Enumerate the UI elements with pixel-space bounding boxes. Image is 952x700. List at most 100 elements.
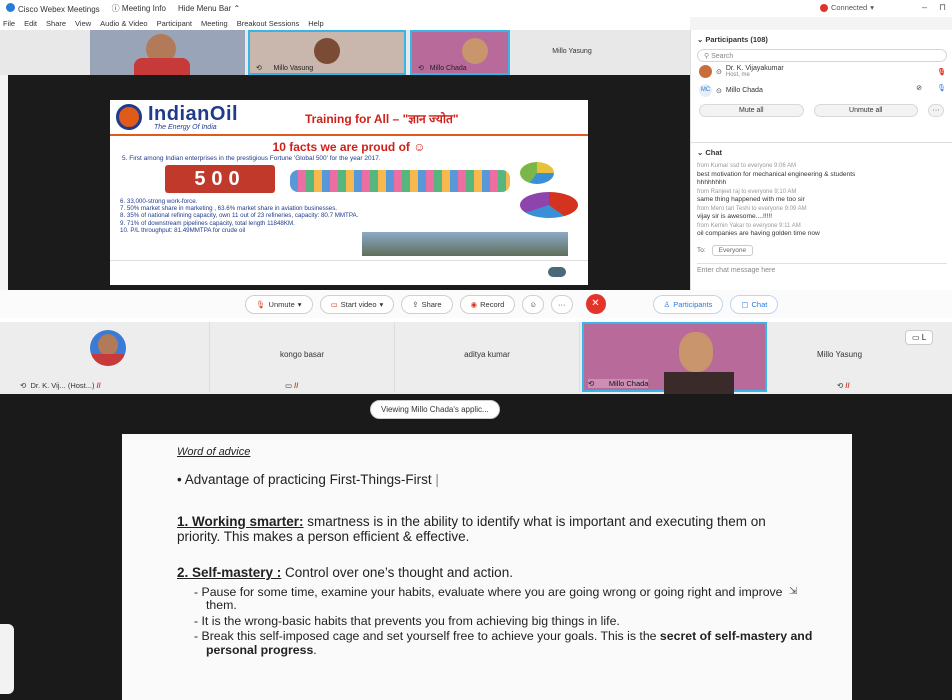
- chat-messages: from Kumar ssd to everyone 9:06 AM best …: [691, 162, 952, 239]
- tile-name: ⟲ Millo Chada: [418, 65, 467, 72]
- camera-icon: ▭: [330, 299, 338, 309]
- chat-recipient: To: Everyone: [697, 245, 754, 256]
- slide-fact: 7. 50% market share in marketing , 63.6%…: [120, 205, 338, 213]
- doc-bullet: - Pause for some time, examine your habi…: [194, 585, 783, 613]
- doc-advantage-line: • Advantage of practicing First-Things-F…: [177, 472, 439, 487]
- people-icon: ♙: [663, 299, 671, 309]
- smiley-icon: ☺: [529, 299, 537, 309]
- meeting-control-bar: 🎙 Unmute ▾ ▭ Start video ▾ ⇪ Share ◉ Record …: [0, 290, 952, 318]
- shared-slide: IndianOil The Energy Of India Training f…: [110, 100, 588, 285]
- unmute-button[interactable]: 🎙 Unmute ▾: [245, 294, 313, 314]
- title-bar: Cisco Webex Meetings ⓘ Meeting Info Hide…: [0, 0, 952, 17]
- fortune-500-badge: 500: [165, 165, 275, 193]
- chat-bubble-icon: ▢: [741, 299, 749, 309]
- connection-status[interactable]: Connected ▾: [819, 3, 874, 12]
- refinery-photo: [362, 232, 568, 256]
- video-tile-2[interactable]: ⟲ Millo Vasung: [248, 30, 406, 75]
- recipient-select[interactable]: Everyone: [711, 245, 754, 256]
- video-tile-1[interactable]: [90, 30, 245, 75]
- slide-brand-tagline: The Energy Of India: [154, 124, 217, 131]
- participant-role: Host, me: [725, 72, 750, 78]
- video-tile-millo-chada[interactable]: ⟲ Millo Chada: [582, 322, 767, 394]
- unmute-all-button[interactable]: Unmute all: [813, 104, 918, 117]
- chat-message-meta: from Ranjeet raj to everyone 9:10 AM: [697, 188, 797, 195]
- tile-label: ⟲ Dr. K. Vij... (Host...) //: [20, 381, 101, 390]
- host-avatar: [90, 330, 126, 366]
- chat-message-input[interactable]: Enter chat message here: [697, 263, 947, 276]
- hide-menu-button[interactable]: Hide Menu Bar ⌃: [178, 4, 240, 13]
- video-tile-kongo-basar[interactable]: kongo basar ▭ //: [210, 322, 395, 392]
- video-tile-4[interactable]: Millo Yasung: [512, 30, 632, 75]
- video-tile-aditya-kumar[interactable]: aditya kumar: [395, 322, 580, 392]
- meeting-info-button[interactable]: ⓘ Meeting Info: [112, 3, 166, 14]
- participant-shirt: [134, 58, 190, 75]
- pie-graphic-2: [520, 192, 578, 218]
- tile-label: ⟲ Millo Chada: [588, 379, 649, 388]
- more-participant-options-button[interactable]: ···: [928, 104, 944, 117]
- tile-name: kongo basar: [279, 350, 325, 359]
- chat-message-meta: from Kumar ssd to everyone 9:06 AM: [697, 163, 797, 169]
- minimize-button[interactable]: –: [922, 2, 927, 13]
- record-button[interactable]: ◉ Record: [459, 294, 516, 314]
- video-tile-3[interactable]: ⟲ Millo Chada: [410, 30, 510, 75]
- menu-meeting[interactable]: Meeting: [201, 19, 228, 28]
- presenter-icon: ⊘: [916, 85, 922, 92]
- reactions-button[interactable]: ☺: [522, 294, 544, 314]
- side-panel-handle[interactable]: [0, 624, 14, 694]
- point-2-body: Control over one’s thought and action.: [281, 565, 513, 580]
- participant-shirt: [664, 372, 734, 394]
- muted-mic-icon: //: [845, 381, 850, 390]
- chat-message: best motivation for mechanical engineeri…: [697, 170, 856, 178]
- participant-row-host[interactable]: ⊙ Dr. K. Vijayakumar Host, me 🎙: [691, 62, 952, 81]
- shared-document: Word of advice • Advantage of practicing…: [122, 434, 852, 700]
- participant-search-input[interactable]: ⚲ Search: [697, 49, 947, 62]
- share-button[interactable]: ⇪ Share: [401, 294, 453, 314]
- slide-brand: IndianOil: [148, 103, 239, 125]
- menu-edit[interactable]: Edit: [24, 19, 37, 28]
- app-title: Cisco Webex Meetings: [6, 3, 100, 14]
- to-label: To:: [697, 247, 706, 254]
- close-button[interactable]: ⊓: [939, 2, 946, 13]
- slide-fact: 6. 33,000-strong work-force.: [120, 198, 198, 205]
- end-meeting-button[interactable]: ✕: [585, 294, 606, 314]
- search-icon: ⚲: [704, 53, 710, 60]
- right-panel: ⌄ Participants (108) ⚲ Search ⊙ Dr. K. V…: [690, 30, 952, 290]
- start-video-button[interactable]: ▭ Start video ▾: [319, 294, 395, 314]
- slide-facts-heading: 10 facts we are proud of ☺: [272, 140, 426, 154]
- video-thumbnail-strip: ⟲ Millo Vasung ⟲ Millo Chada Millo Yasun…: [0, 30, 690, 75]
- chat-message-meta: from Mero tari Teshi to everyone 9:09 AM: [697, 205, 807, 212]
- slide-title: Training for All – "ज्ञान ज्योत": [305, 112, 459, 126]
- avatar: [699, 65, 712, 78]
- menu-view[interactable]: View: [75, 19, 91, 28]
- slide-header: IndianOil The Energy Of India Training f…: [110, 100, 588, 136]
- mic-icon: 🎙: [937, 85, 946, 92]
- mute-all-button[interactable]: Mute all: [699, 104, 804, 117]
- more-options-button[interactable]: ···: [551, 294, 573, 314]
- tile-name: Millo Yasung: [816, 350, 863, 359]
- doc-heading: Word of advice: [177, 446, 251, 458]
- video-tile-host[interactable]: ⟲ Dr. K. Vij... (Host...) //: [0, 322, 210, 392]
- menu-share[interactable]: Share: [46, 19, 66, 28]
- participant-name: Millo Chada: [725, 87, 763, 94]
- chat-button[interactable]: ▢ Chat: [730, 294, 779, 314]
- tile-name: ⟲ Millo Vasung: [256, 65, 314, 72]
- top-webex-window: Cisco Webex Meetings ⓘ Meeting Info Hide…: [0, 0, 952, 318]
- layout-button[interactable]: ▭ L: [905, 330, 934, 345]
- slide-fact: 9. 71% of downstream pipelines capacity,…: [120, 219, 295, 227]
- viewing-indicator[interactable]: Viewing Millo Chada's applic...: [370, 400, 500, 419]
- menu-breakout[interactable]: Breakout Sessions: [237, 19, 300, 28]
- menu-participant[interactable]: Participant: [157, 19, 192, 28]
- slide-nav-icon[interactable]: [548, 267, 566, 277]
- participant-face: [314, 38, 340, 64]
- menu-audio-video[interactable]: Audio & Video: [100, 19, 147, 28]
- participants-header[interactable]: ⌄ Participants (108): [691, 30, 952, 49]
- participants-button[interactable]: ♙ Participants: [652, 294, 724, 314]
- participant-row-millo-chada[interactable]: MC ⊙ Millo Chada ⊘ 🎙: [691, 81, 952, 100]
- slide-fact-list: 6. 33,000-strong work-force. 7. 50% mark…: [120, 198, 358, 234]
- shared-content-stage: IndianOil The Energy Of India Training f…: [8, 75, 690, 290]
- menu-file[interactable]: File: [3, 19, 15, 28]
- chat-header[interactable]: ⌄ Chat: [691, 143, 952, 162]
- menu-help[interactable]: Help: [308, 19, 323, 28]
- doc-bullet: - It is the wrong-basic habits that prev…: [194, 613, 620, 628]
- menu-bar: File Edit Share View Audio & Video Parti…: [0, 17, 690, 30]
